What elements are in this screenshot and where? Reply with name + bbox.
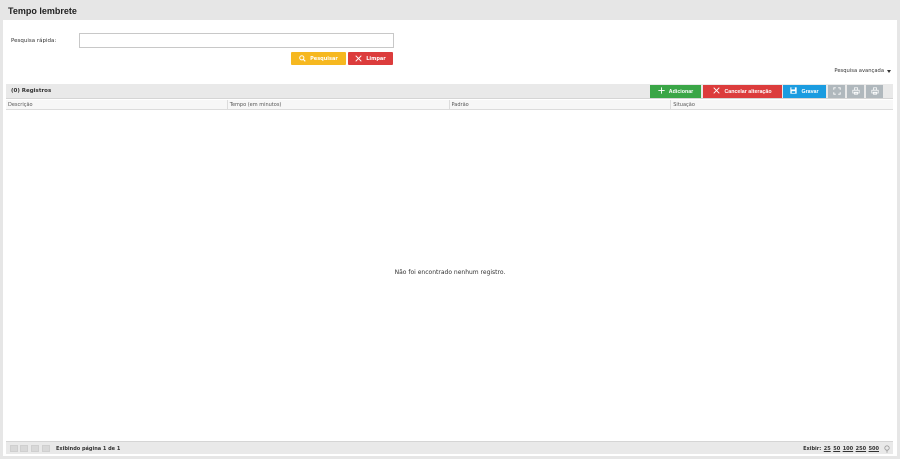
clear-button[interactable]: Limpar: [348, 52, 393, 65]
search-icon: [299, 55, 306, 62]
column-header-status[interactable]: Situação: [671, 100, 893, 110]
last-page-button[interactable]: [42, 445, 50, 452]
page-size-250[interactable]: 250: [856, 446, 866, 452]
column-header-time[interactable]: Tempo (em minutos): [228, 100, 450, 110]
first-page-button[interactable]: [10, 445, 18, 452]
page-size-label: Exibir:: [803, 446, 822, 452]
title-bar: Tempo lembrete: [0, 0, 900, 20]
advanced-search-toggle[interactable]: Pesquisa avançada: [834, 68, 891, 74]
printer-icon: [870, 86, 879, 97]
page-title: Tempo lembrete: [8, 6, 77, 16]
add-button[interactable]: Adicionar: [650, 85, 701, 98]
close-icon: [713, 87, 721, 96]
printer-icon: [851, 86, 860, 97]
search-button-label: Pesquisar: [310, 55, 338, 62]
plus-icon: [658, 87, 665, 96]
close-icon: [355, 55, 362, 62]
column-header-description[interactable]: Descrição: [6, 100, 228, 110]
search-button[interactable]: Pesquisar: [291, 52, 346, 65]
page-size-selector: Exibir: 25 50 100 250 500: [803, 446, 879, 452]
settings-icon[interactable]: [883, 444, 891, 453]
fullscreen-button[interactable]: [828, 85, 845, 98]
caret-down-icon: [887, 69, 891, 73]
print-button[interactable]: [847, 85, 864, 98]
empty-message: Não foi encontrado nenhum registro.: [394, 269, 506, 276]
clear-button-label: Limpar: [366, 55, 386, 62]
page-size-25[interactable]: 25: [824, 446, 831, 452]
quick-search-label: Pesquisa rápida:: [11, 38, 57, 44]
grid-footer: Exibindo página 1 de 1 Exibir: 25 50 100…: [6, 441, 893, 454]
cancel-changes-label: Cancelar alteração: [724, 88, 772, 95]
save-button-label: Gravar: [801, 88, 819, 95]
grid-toolbar: (0) Registros Adicionar Cancelar alteraç…: [6, 84, 893, 99]
floppy-icon: [790, 87, 798, 96]
record-count: (0) Registros: [11, 88, 52, 94]
expand-icon: [832, 86, 841, 97]
print-all-button[interactable]: [866, 85, 883, 98]
grid-header: Descrição Tempo (em minutos) Padrão Situ…: [6, 100, 893, 110]
quick-search-input[interactable]: [79, 33, 394, 48]
save-button[interactable]: Gravar: [783, 85, 826, 98]
column-header-default[interactable]: Padrão: [450, 100, 672, 110]
previous-page-button[interactable]: [20, 445, 28, 452]
page-size-50[interactable]: 50: [833, 446, 840, 452]
add-button-label: Adicionar: [668, 88, 694, 95]
advanced-search-label: Pesquisa avançada: [834, 68, 884, 74]
next-page-button[interactable]: [31, 445, 39, 452]
cancel-changes-button[interactable]: Cancelar alteração: [703, 85, 782, 98]
page-size-500[interactable]: 500: [869, 446, 879, 452]
page-size-100[interactable]: 100: [843, 446, 853, 452]
page-info: Exibindo página 1 de 1: [56, 446, 121, 452]
main-panel: Pesquisa rápida: Pesquisar Limpar Pesqui…: [3, 20, 897, 456]
